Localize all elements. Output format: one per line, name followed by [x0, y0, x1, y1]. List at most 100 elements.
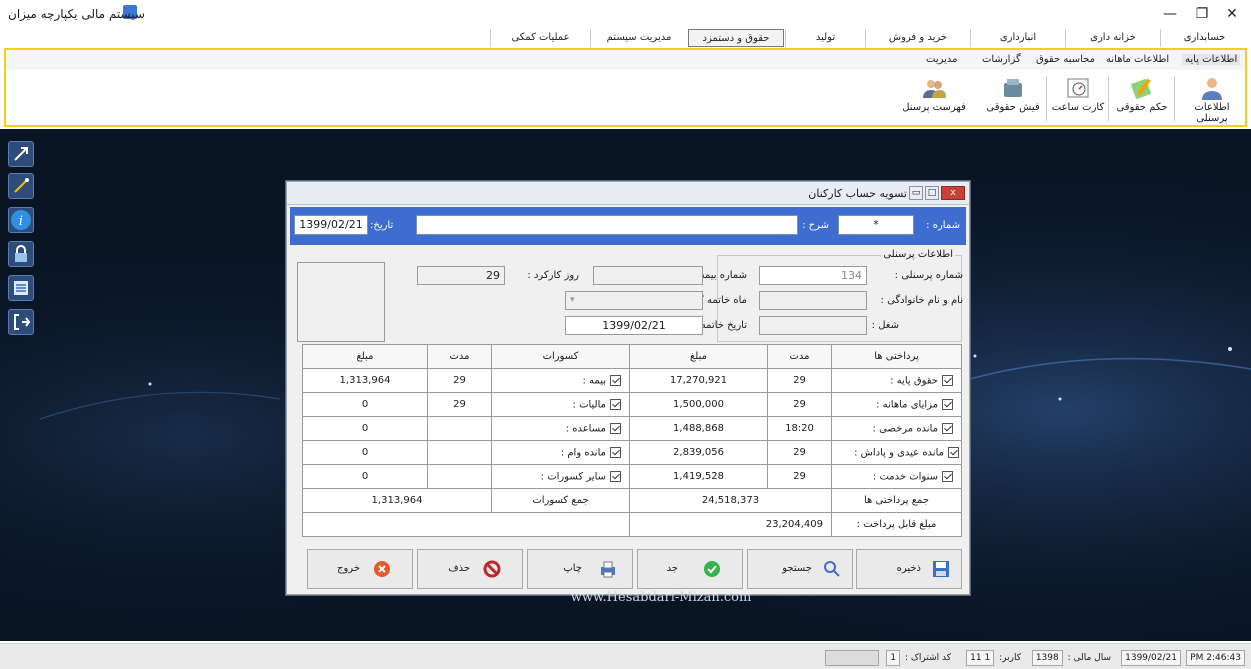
- sidebar-tool-wand[interactable]: [8, 173, 34, 199]
- personnel-info-button[interactable]: اطلاعات پرسنلی: [1178, 76, 1246, 124]
- pay-amount[interactable]: 2,839,056: [629, 440, 768, 465]
- date-input[interactable]: 1399/02/21: [294, 215, 368, 235]
- pay-duration[interactable]: 29: [767, 440, 832, 465]
- pay-cell[interactable]: حقوق پایه :: [831, 368, 962, 393]
- payslip-button[interactable]: فیش حقوقی: [982, 76, 1044, 124]
- people-icon: [923, 80, 946, 98]
- work-days-input[interactable]: 29: [417, 266, 505, 285]
- checkbox[interactable]: [610, 374, 621, 386]
- end-date-input[interactable]: 1399/02/21: [565, 316, 703, 335]
- prohibited-icon: [483, 560, 501, 578]
- subtab-management[interactable]: مدیریت: [926, 54, 958, 65]
- subtab-monthly-info[interactable]: اطلاعات ماهانه: [1106, 54, 1169, 65]
- ded-amount[interactable]: 0: [302, 392, 428, 417]
- subtab-salary-calc[interactable]: محاسبه حقوق: [1036, 54, 1095, 65]
- pay-cell[interactable]: سنوات خدمت :: [831, 464, 962, 489]
- ded-duration[interactable]: 29: [427, 368, 492, 393]
- menu-sales[interactable]: خرید و فروش: [865, 29, 970, 47]
- sidebar-tool-resize[interactable]: [8, 141, 34, 167]
- dialog-maximize-button[interactable]: □: [925, 186, 939, 200]
- ded-cell[interactable]: بیمه :: [491, 368, 630, 393]
- new-button[interactable]: جد: [637, 549, 743, 589]
- pay-amount[interactable]: 1,419,528: [629, 464, 768, 489]
- checkbox[interactable]: [610, 422, 621, 434]
- pay-cell[interactable]: مانده عیدی و پاداش :: [831, 440, 962, 465]
- sidebar-tool-logout[interactable]: [8, 309, 34, 335]
- time-card-button[interactable]: کارت ساعت: [1050, 76, 1106, 124]
- menu-payroll[interactable]: حقوق و دستمزد: [688, 29, 784, 47]
- ded-duration[interactable]: [427, 416, 492, 441]
- menu-production[interactable]: تولید: [785, 29, 865, 47]
- ded-duration[interactable]: [427, 440, 492, 465]
- salary-decree-button[interactable]: حکم حقوقی: [1112, 76, 1172, 124]
- maximize-button[interactable]: ❐: [1185, 3, 1219, 25]
- pay-duration[interactable]: 29: [767, 464, 832, 489]
- ded-cell[interactable]: مانده وام :: [491, 440, 630, 465]
- pay-duration[interactable]: 29: [767, 392, 832, 417]
- sidebar-tool-lock[interactable]: [8, 241, 34, 267]
- exit-button[interactable]: خروج: [307, 549, 413, 589]
- close-circle-icon: [374, 561, 390, 577]
- personnel-list-button[interactable]: فهرست پرسنل: [888, 76, 980, 124]
- print-label: چاپ: [563, 563, 582, 574]
- dialog-minimize-button[interactable]: ▭: [909, 186, 923, 200]
- sidebar-tool-notes[interactable]: [8, 275, 34, 301]
- description-input[interactable]: [416, 215, 798, 235]
- wallet-icon: [1004, 79, 1022, 97]
- insurance-no-input[interactable]: [593, 266, 703, 285]
- end-month-select[interactable]: ▾: [565, 291, 703, 310]
- ded-amount[interactable]: 0: [302, 416, 428, 441]
- subtab-basic-info[interactable]: اطلاعات پایه: [1182, 54, 1241, 65]
- delete-button[interactable]: حذف: [417, 549, 523, 589]
- menu-treasury[interactable]: خزانه داری: [1065, 29, 1160, 47]
- pay-duration[interactable]: 18:20: [767, 416, 832, 441]
- close-button[interactable]: ✕: [1215, 3, 1249, 25]
- checkbox[interactable]: [942, 398, 953, 410]
- ded-amount[interactable]: 0: [302, 464, 428, 489]
- personnel-no-input[interactable]: 134: [759, 266, 867, 285]
- pay-duration[interactable]: 29: [767, 368, 832, 393]
- title-bar: سیستم مالی یکپارچه میزان — ❐ ✕: [0, 0, 1251, 28]
- print-button[interactable]: چاپ: [527, 549, 633, 589]
- ded-amount[interactable]: 1,313,964: [302, 368, 428, 393]
- pay-cell[interactable]: مزایای ماهانه :: [831, 392, 962, 417]
- checkbox[interactable]: [948, 446, 959, 458]
- personnel-photo[interactable]: [297, 262, 385, 342]
- full-name-input[interactable]: [759, 291, 867, 310]
- save-button[interactable]: ذخیره: [856, 549, 962, 589]
- lock-icon: [15, 245, 27, 262]
- checkbox[interactable]: [942, 374, 953, 386]
- menu-aux-operations[interactable]: عملیات کمکی: [490, 29, 590, 47]
- notes-icon: [14, 281, 28, 295]
- pay-amount[interactable]: 17,270,921: [629, 368, 768, 393]
- pay-amount[interactable]: 1,488,868: [629, 416, 768, 441]
- ded-amount[interactable]: 0: [302, 440, 428, 465]
- menu-system-admin[interactable]: مدیریت سیستم: [590, 29, 687, 47]
- checkbox[interactable]: [942, 422, 953, 434]
- ded-duration[interactable]: 29: [427, 392, 492, 417]
- ded-duration[interactable]: [427, 464, 492, 489]
- checkbox[interactable]: [610, 446, 621, 458]
- minimize-button[interactable]: —: [1153, 3, 1187, 25]
- table-row: سنوات خدمت : 29 1,419,528 سایر کسورات : …: [302, 464, 962, 489]
- subtab-reports[interactable]: گزارشات: [982, 54, 1021, 65]
- pay-label: حقوق پایه :: [890, 375, 938, 387]
- checkbox[interactable]: [610, 398, 621, 410]
- checkbox[interactable]: [610, 470, 621, 482]
- ded-cell[interactable]: سایر کسورات :: [491, 464, 630, 489]
- ded-cell[interactable]: مساعده :: [491, 416, 630, 441]
- sidebar-tool-info[interactable]: i: [8, 207, 34, 233]
- number-input[interactable]: *: [838, 215, 914, 235]
- job-input[interactable]: [759, 316, 867, 335]
- menu-inventory[interactable]: انبارداری: [970, 29, 1065, 47]
- dialog-close-button[interactable]: x: [941, 186, 965, 200]
- search-button[interactable]: جستجو: [747, 549, 853, 589]
- checkbox[interactable]: [942, 470, 953, 482]
- dialog-title-bar: تسویه حساب کارکنان x □ ▭: [287, 182, 969, 205]
- pay-cell[interactable]: مانده مرخصی :: [831, 416, 962, 441]
- pay-amount[interactable]: 1,500,000: [629, 392, 768, 417]
- user-label: کاربر:: [999, 653, 1021, 663]
- menu-accounting[interactable]: حسابداری: [1160, 29, 1248, 47]
- ded-cell[interactable]: مالیات :: [491, 392, 630, 417]
- col-amount: مبلغ: [629, 344, 768, 369]
